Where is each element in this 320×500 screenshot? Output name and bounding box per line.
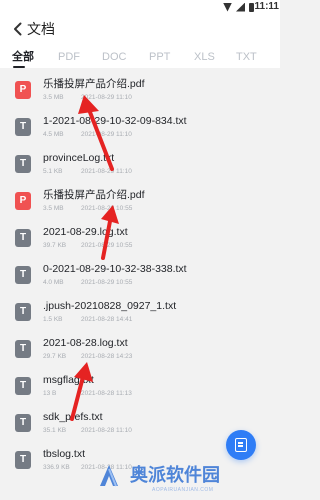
tab-xls[interactable]: XLS [194, 50, 215, 64]
file-row[interactable]: T 0-2021-08-29-10-32-38-338.txt 4.0 MB 2… [0, 258, 280, 294]
document-type-tabs: 全部 PDF DOC PPT XLS TXT [0, 44, 280, 68]
txt-file-icon: T [15, 414, 31, 432]
back-button[interactable] [8, 19, 28, 39]
chevron-left-icon [14, 22, 22, 36]
txt-file-icon: T [15, 451, 31, 469]
file-size: 4.5 MB [43, 131, 64, 138]
file-date: 2021-08-29 11:10 [81, 131, 132, 138]
file-date: 2021-08-29 11:10 [81, 94, 132, 101]
file-name: 0-2021-08-29-10-32-38-338.txt [43, 263, 187, 275]
file-name: 2021-08-28.log.txt [43, 337, 128, 349]
file-name: 2021-08-29.log.txt [43, 226, 128, 238]
watermark-logo-icon [100, 465, 118, 487]
file-date: 2021-08-29 10:55 [81, 279, 133, 286]
file-size: 4.0 MB [43, 279, 64, 286]
file-row[interactable]: T 1-2021-08-29-10-32-09-834.txt 4.5 MB 2… [0, 110, 280, 146]
file-row[interactable]: T provinceLog.txt 5.1 KB 2021-08-29 11:1… [0, 147, 280, 183]
pdf-file-icon: P [15, 81, 31, 99]
file-date: 2021-08-29 10:55 [81, 205, 133, 212]
file-name: .jpush-20210828_0927_1.txt [43, 300, 177, 312]
file-name: provinceLog.txt [43, 152, 115, 164]
file-name: 1-2021-08-29-10-32-09-834.txt [43, 115, 187, 127]
file-row[interactable]: T 2021-08-29.log.txt 39.7 KB 2021-08-29 … [0, 221, 280, 257]
file-row[interactable]: P 乐播投屏产品介绍.pdf 3.5 MB 2021-08-29 10:55 [0, 184, 280, 220]
file-row[interactable]: P 乐播投屏产品介绍.pdf 3.5 MB 2021-08-29 11:10 [0, 73, 280, 109]
txt-file-icon: T [15, 377, 31, 395]
file-size: 336.9 KB [43, 464, 70, 471]
txt-file-icon: T [15, 118, 31, 136]
file-size: 29.7 KB [43, 353, 67, 360]
floating-document-button[interactable] [226, 430, 256, 460]
file-date: 2021-08-28 11:10 [81, 427, 132, 434]
status-icons [223, 2, 254, 12]
battery-icon [249, 2, 254, 12]
document-icon [235, 438, 247, 452]
txt-file-icon: T [15, 340, 31, 358]
file-name: sdk_prefs.txt [43, 411, 103, 423]
tab-ppt[interactable]: PPT [149, 50, 170, 64]
file-size: 3.5 MB [43, 94, 64, 101]
file-date: 2021-08-29 11:10 [81, 168, 132, 175]
tab-all[interactable]: 全部 [12, 50, 34, 64]
page-title: 文档 [27, 21, 55, 37]
file-size: 1.5 KB [43, 316, 63, 323]
file-date: 2021-08-28 14:23 [81, 353, 133, 360]
file-row[interactable]: T 2021-08-28.log.txt 29.7 KB 2021-08-28 … [0, 332, 280, 368]
file-row[interactable]: T .jpush-20210828_0927_1.txt 1.5 KB 2021… [0, 295, 280, 331]
file-row[interactable]: T msgflag.txt 13 B 2021-08-28 11:13 [0, 369, 280, 405]
txt-file-icon: T [15, 266, 31, 284]
status-bar: 11:11 [0, 0, 280, 14]
tab-pdf[interactable]: PDF [58, 50, 80, 64]
file-size: 5.1 KB [43, 168, 63, 175]
txt-file-icon: T [15, 303, 31, 321]
watermark-text: 奥派软件园 [130, 465, 220, 485]
file-date: 2021-08-29 10:55 [81, 242, 133, 249]
file-size: 13 B [43, 390, 57, 397]
watermark-url: AOPAIRUANJIAN.COM [152, 487, 214, 493]
header: 文档 [0, 14, 280, 44]
wifi-icon [223, 2, 232, 12]
file-name: 乐播投屏产品介绍.pdf [43, 78, 145, 90]
watermark: 奥派软件园 AOPAIRUANJIAN.COM [96, 458, 280, 498]
file-date: 2021-08-28 11:13 [81, 390, 132, 397]
file-size: 39.7 KB [43, 242, 67, 249]
file-name: 乐播投屏产品介绍.pdf [43, 189, 145, 201]
signal-icon [236, 2, 245, 12]
file-size: 35.1 KB [43, 427, 67, 434]
txt-file-icon: T [15, 229, 31, 247]
file-name: msgflag.txt [43, 374, 94, 386]
tab-txt[interactable]: TXT [236, 50, 257, 64]
file-date: 2021-08-28 14:41 [81, 316, 133, 323]
file-size: 3.5 MB [43, 205, 64, 212]
txt-file-icon: T [15, 155, 31, 173]
status-time: 11:11 [254, 1, 279, 12]
tab-doc[interactable]: DOC [102, 50, 126, 64]
pdf-file-icon: P [15, 192, 31, 210]
